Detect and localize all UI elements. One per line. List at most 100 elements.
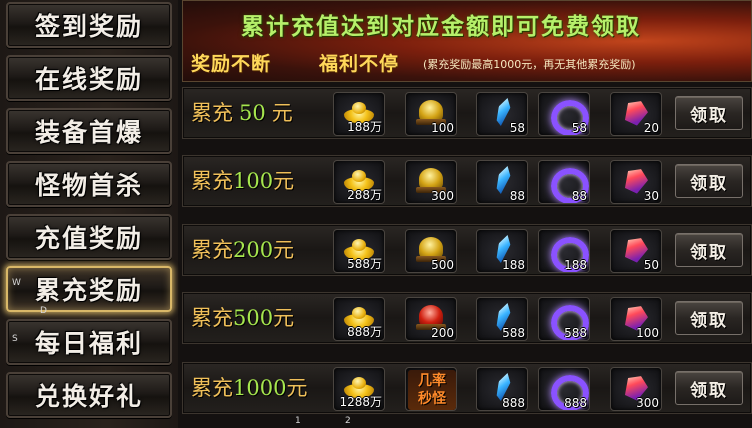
reward-item-slot[interactable]: 188	[476, 229, 528, 273]
item-count: 888万	[347, 325, 382, 339]
overlay-mark: D	[40, 306, 47, 316]
item-count: 888	[564, 396, 587, 410]
tier-label: 累充1000元	[191, 363, 307, 413]
banner-note: (累充奖励最高1000元，再无其他累充奖励)	[423, 58, 636, 71]
reward-item-slot[interactable]: 58	[538, 92, 590, 136]
reward-tier-row: 累充 50 元 188万 100 58 58 20 领取	[182, 87, 752, 139]
reward-item-slot[interactable]: 188	[538, 229, 590, 273]
menu-item-label: 在线奖励	[34, 65, 143, 94]
tier-label: 累充100元	[191, 156, 294, 206]
menu-item-label: 充值奖励	[34, 224, 143, 253]
claim-button[interactable]: 领取	[675, 164, 743, 198]
menu-item-daily-benefit[interactable]: 每日福利	[6, 319, 172, 365]
reward-item-slot[interactable]: 88	[476, 160, 528, 204]
tier-amount: 1000	[233, 376, 287, 400]
tier-unit: 元	[273, 169, 295, 193]
reward-item-slot[interactable]: 588	[476, 297, 528, 341]
tier-unit: 元	[286, 376, 308, 400]
rate-token-icon: 几率 秒怪	[408, 370, 456, 410]
reward-item-slot[interactable]: 888	[476, 367, 528, 411]
overlay-mark: 2	[345, 416, 351, 426]
item-count: 88	[571, 189, 587, 203]
tier-prefix: 累充	[191, 169, 233, 193]
item-count: 588	[564, 326, 587, 340]
item-count: 58	[571, 121, 587, 135]
menu-item-sign-in-reward[interactable]: 签到奖励	[6, 2, 172, 48]
item-count: 288万	[347, 188, 382, 202]
reward-item-slot[interactable]: 50	[610, 229, 662, 273]
menu-item-label: 签到奖励	[34, 12, 143, 41]
tier-prefix: 累充	[191, 238, 233, 262]
item-count: 500	[431, 258, 454, 272]
reward-item-slot[interactable]: 588	[538, 297, 590, 341]
menu-item-recharge-reward[interactable]: 充值奖励	[6, 214, 172, 260]
claim-button-label: 领取	[690, 380, 728, 401]
reward-item-slot[interactable]: 300	[610, 367, 662, 411]
menu-item-label: 兑换好礼	[34, 382, 143, 411]
item-count: 50	[643, 258, 659, 272]
claim-button[interactable]: 领取	[675, 96, 743, 130]
reward-item-slot[interactable]: 300	[405, 160, 457, 204]
tier-amount: 500	[233, 306, 274, 330]
overlay-mark: 1	[295, 416, 301, 426]
reward-tier-row: 累充100元 288万 300 88 88 30 领取	[182, 155, 752, 207]
claim-button[interactable]: 领取	[675, 301, 743, 335]
reward-item-slot[interactable]: 88	[538, 160, 590, 204]
tier-amount: 100	[233, 169, 274, 193]
reward-item-slot[interactable]: 58	[476, 92, 528, 136]
reward-item-slot[interactable]: 888	[538, 367, 590, 411]
tier-label: 累充500元	[191, 293, 294, 343]
item-count: 30	[643, 189, 659, 203]
reward-tier-row: 累充1000元 1288万 几率 秒怪 888 888 300 领取	[182, 362, 752, 414]
overlay-mark: S	[12, 334, 18, 344]
item-count: 58	[509, 121, 525, 135]
claim-button[interactable]: 领取	[675, 233, 743, 267]
item-count: 588万	[347, 257, 382, 271]
tier-prefix: 累充	[191, 306, 233, 330]
tier-label: 累充200元	[191, 225, 294, 275]
claim-button-label: 领取	[690, 173, 728, 194]
reward-item-slot[interactable]: 1288万	[333, 367, 385, 411]
item-count: 188万	[347, 120, 382, 134]
reward-item-slot[interactable]: 500	[405, 229, 457, 273]
tier-label: 累充 50 元	[191, 88, 293, 138]
tier-unit: 元	[273, 306, 295, 330]
reward-item-slot[interactable]: 200	[405, 297, 457, 341]
reward-item-slot[interactable]: 888万	[333, 297, 385, 341]
item-count: 188	[564, 258, 587, 272]
menu-item-cumulative-recharge[interactable]: 累充奖励	[6, 266, 172, 312]
item-count: 100	[636, 326, 659, 340]
menu-item-label: 装备首爆	[34, 118, 143, 147]
claim-button-label: 领取	[690, 105, 728, 126]
menu-item-exchange-gift[interactable]: 兑换好礼	[6, 372, 172, 418]
item-count: 100	[431, 121, 454, 135]
menu-item-equipment-first-drop[interactable]: 装备首爆	[6, 108, 172, 154]
tier-unit: 元	[271, 101, 293, 125]
tier-amount: 50	[239, 101, 266, 125]
reward-item-slot[interactable]: 20	[610, 92, 662, 136]
item-count: 888	[502, 396, 525, 410]
claim-button-label: 领取	[690, 310, 728, 331]
claim-button[interactable]: 领取	[675, 371, 743, 405]
menu-item-online-reward[interactable]: 在线奖励	[6, 55, 172, 101]
item-count: 188	[502, 258, 525, 272]
overlay-mark: W	[12, 278, 21, 288]
menu-item-monster-first-kill[interactable]: 怪物首杀	[6, 161, 172, 207]
reward-item-slot[interactable]: 100	[405, 92, 457, 136]
item-count: 88	[509, 189, 525, 203]
reward-item-slot[interactable]: 588万	[333, 229, 385, 273]
reward-item-slot[interactable]: 100	[610, 297, 662, 341]
reward-item-slot[interactable]: 188万	[333, 92, 385, 136]
banner-title: 累计充值达到对应金额即可免费领取	[241, 13, 641, 40]
tier-prefix: 累充	[191, 376, 233, 400]
banner-subtitle: 奖励不断	[191, 53, 272, 75]
item-count: 20	[643, 121, 659, 135]
side-menu: 签到奖励 在线奖励 装备首爆 怪物首杀 充值奖励 累充奖励 每日福利 兑换好礼	[0, 0, 178, 428]
tier-unit: 元	[273, 238, 295, 262]
reward-item-slot[interactable]: 30	[610, 160, 662, 204]
reward-item-slot[interactable]: 几率 秒怪	[405, 367, 457, 411]
item-count: 300	[431, 189, 454, 203]
tier-amount: 200	[233, 238, 274, 262]
item-count: 588	[502, 326, 525, 340]
reward-item-slot[interactable]: 288万	[333, 160, 385, 204]
